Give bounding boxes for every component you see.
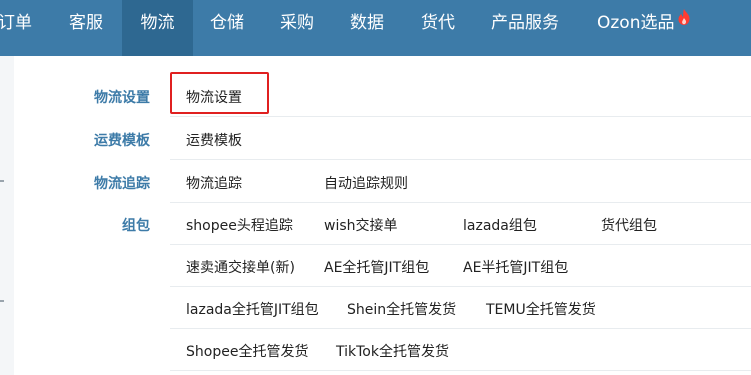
nav-item-label: 采购 bbox=[280, 13, 314, 33]
nav-item-label: 产品服务 bbox=[491, 13, 559, 33]
category-logistics-settings: 物流设置 bbox=[94, 90, 150, 106]
nav-item-ozon-selection[interactable]: Ozon选品 bbox=[597, 0, 691, 56]
nav-item-purchasing[interactable]: 采购 bbox=[280, 0, 314, 56]
nav-item-label: 数据 bbox=[350, 13, 384, 33]
nav-item-label: 仓储 bbox=[210, 13, 244, 33]
nav-item-orders[interactable]: 订单 bbox=[0, 0, 32, 56]
link-shein-full-managed-shipping[interactable]: Shein全托管发货 bbox=[347, 299, 456, 319]
nav-item-label: Ozon选品 bbox=[597, 13, 675, 33]
top-navbar: 订单 客服 物流 仓储 采购 数据 货代 产品服务 Ozon选品 bbox=[0, 0, 751, 56]
fire-icon bbox=[677, 0, 691, 44]
link-shopee-full-managed-shipping[interactable]: Shopee全托管发货 bbox=[186, 341, 308, 361]
row-divider bbox=[170, 159, 751, 160]
nav-item-freight-forwarding[interactable]: 货代 bbox=[421, 0, 455, 56]
link-aliexpress-handover-new[interactable]: 速卖通交接单(新) bbox=[186, 257, 295, 277]
link-freight-template[interactable]: 运费模板 bbox=[186, 130, 242, 150]
nav-item-customer-service[interactable]: 客服 bbox=[69, 0, 103, 56]
nav-item-data[interactable]: 数据 bbox=[350, 0, 384, 56]
link-tiktok-full-managed-shipping[interactable]: TikTok全托管发货 bbox=[336, 341, 449, 361]
row-divider bbox=[170, 328, 751, 329]
nav-item-label: 货代 bbox=[421, 13, 455, 33]
link-wish-handover-sheet[interactable]: wish交接单 bbox=[324, 215, 398, 235]
nav-item-product-services[interactable]: 产品服务 bbox=[491, 0, 559, 56]
link-temu-full-managed-shipping[interactable]: TEMU全托管发货 bbox=[486, 299, 596, 319]
link-ae-semi-managed-jit[interactable]: AE半托管JIT组包 bbox=[463, 257, 568, 277]
row-divider bbox=[170, 370, 751, 371]
nav-item-logistics[interactable]: 物流 bbox=[122, 0, 193, 56]
logistics-dropdown-menu: 物流设置 运费模板 物流追踪 组包 物流设置 运费模板 物流追踪 自动追踪规则 … bbox=[14, 56, 751, 375]
edge-divider bbox=[0, 180, 4, 182]
left-edge-panel bbox=[0, 56, 14, 375]
nav-item-label: 物流 bbox=[140, 13, 175, 33]
link-ae-full-managed-jit[interactable]: AE全托管JIT组包 bbox=[324, 257, 429, 277]
category-logistics-tracking: 物流追踪 bbox=[94, 176, 150, 192]
row-divider bbox=[170, 116, 751, 117]
nav-item-warehouse[interactable]: 仓储 bbox=[210, 0, 244, 56]
highlight-annotation-box bbox=[170, 72, 269, 114]
link-shopee-first-leg-tracking[interactable]: shopee头程追踪 bbox=[186, 215, 293, 235]
nav-item-label: 客服 bbox=[69, 13, 103, 33]
link-lazada-packaging[interactable]: lazada组包 bbox=[463, 215, 537, 235]
row-divider bbox=[170, 202, 751, 203]
link-auto-tracking-rules[interactable]: 自动追踪规则 bbox=[324, 173, 408, 193]
category-freight-template: 运费模板 bbox=[94, 133, 150, 149]
link-forwarder-packaging[interactable]: 货代组包 bbox=[601, 215, 657, 235]
nav-item-label: 订单 bbox=[0, 13, 32, 33]
row-divider bbox=[170, 286, 751, 287]
edge-divider bbox=[0, 300, 4, 302]
link-logistics-tracking[interactable]: 物流追踪 bbox=[186, 173, 242, 193]
row-divider bbox=[170, 244, 751, 245]
category-packaging: 组包 bbox=[122, 218, 150, 234]
link-lazada-full-managed-jit[interactable]: lazada全托管JIT组包 bbox=[186, 299, 319, 319]
